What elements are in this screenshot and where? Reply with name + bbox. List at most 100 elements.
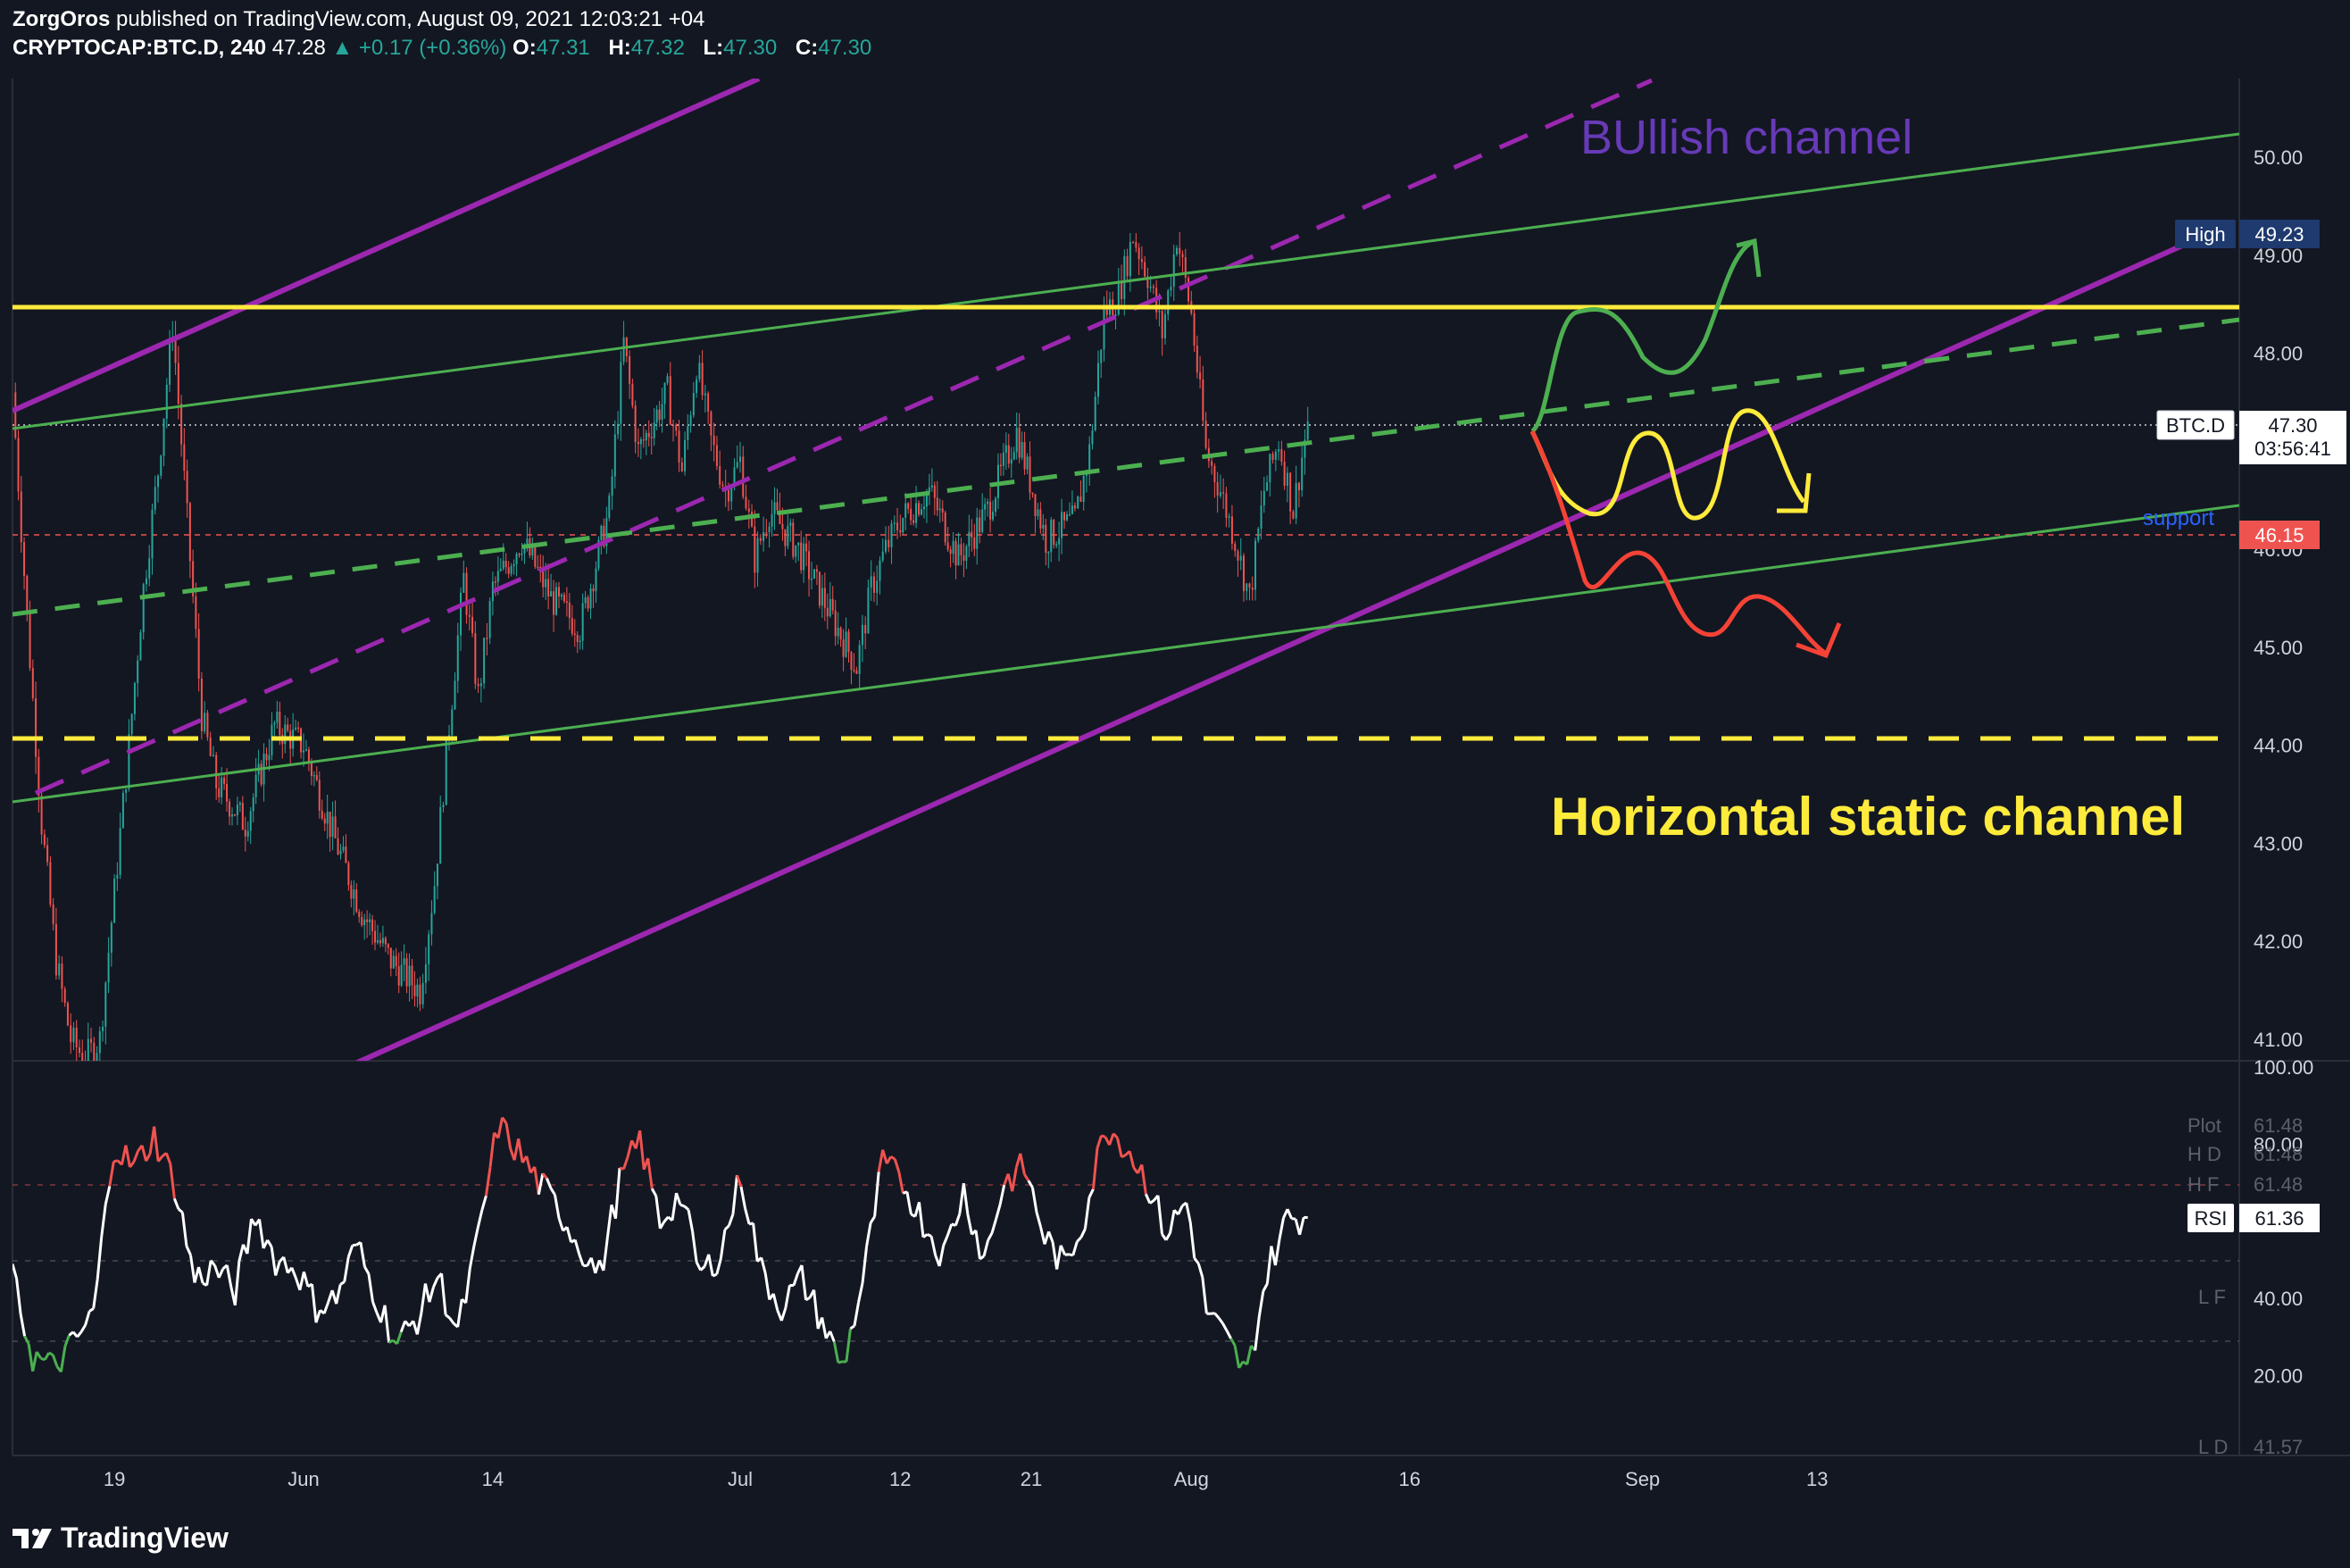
candle-body (1077, 496, 1079, 509)
candle-body (631, 383, 634, 406)
candle-body (403, 958, 405, 965)
candle-body (954, 540, 957, 566)
candle-body (297, 727, 300, 730)
price-axis[interactable]: 41.0042.0043.0044.0045.0046.0048.0049.00… (2254, 146, 2303, 1051)
candle-body (613, 434, 616, 477)
candle-body (204, 713, 206, 731)
candle-body (526, 538, 529, 545)
rsi-segment (1055, 1245, 1062, 1270)
candle-body (847, 631, 850, 653)
rsi-segment (363, 1265, 371, 1275)
candle-body (855, 670, 858, 674)
candle-body (518, 554, 521, 555)
rsi-segment (1039, 1226, 1046, 1245)
candle-body (350, 885, 353, 899)
candle-body (468, 614, 471, 617)
candle-body (347, 863, 350, 886)
candle-body (1135, 242, 1138, 248)
time-axis[interactable]: 19 Jun 14 Jul 12 21 Aug 16 Sep 13 (104, 1468, 1829, 1490)
rsi-segment (1019, 1153, 1026, 1175)
rsi-segment (605, 1204, 613, 1238)
candle-body (1170, 287, 1172, 291)
candle-body (1239, 555, 1242, 561)
candle-body (976, 517, 979, 549)
chart-canvas[interactable]: 41.0042.0043.0044.0045.0046.0048.0049.00… (0, 0, 2350, 1568)
rsi-segment (602, 1237, 609, 1272)
rsi-segment (897, 1172, 904, 1194)
candle-body (696, 379, 698, 394)
support-badge[interactable]: 46.15 (2239, 521, 2320, 549)
candle-body (1149, 286, 1152, 288)
candle-body (87, 1038, 89, 1061)
rsi-segment (124, 1145, 131, 1168)
sideways-scenario-path (1529, 408, 1805, 521)
rsi-segment (472, 1227, 479, 1247)
brand-name[interactable]: TradingView (61, 1522, 229, 1555)
candle-body (507, 567, 510, 574)
candle-body (946, 542, 949, 550)
rsi-segment (812, 1289, 820, 1330)
candle-body (893, 522, 896, 524)
rsi-badge[interactable]: RSI 61.36 (2188, 1204, 2320, 1232)
candle-body (1026, 456, 1029, 470)
rsi-segment (343, 1256, 350, 1282)
candle-body (1251, 588, 1254, 590)
hf-value: 61.48 (2254, 1173, 2303, 1196)
rsi-pane[interactable] (12, 1116, 2239, 1373)
rsi-segment (881, 1149, 888, 1164)
horizontal-channel-label[interactable]: Horizontal static channel (1551, 787, 2185, 847)
candle-body (1068, 513, 1071, 516)
candle-body (479, 683, 482, 687)
candle-body (617, 423, 620, 435)
support-label[interactable]: support (2143, 506, 2214, 530)
rsi-segment (1011, 1167, 1018, 1192)
candle-body (165, 384, 168, 419)
candle-body (692, 393, 695, 416)
rsi-segment (290, 1267, 297, 1279)
rsi-segment (63, 1334, 71, 1347)
candle-body (312, 774, 315, 777)
candle-body (672, 424, 675, 427)
candle-body (303, 750, 304, 753)
bullish-channel-label[interactable]: BUllish channel (1580, 111, 1912, 164)
rsi-segment (744, 1207, 751, 1225)
candle-body (684, 439, 687, 471)
lf-label: L F (2198, 1286, 2226, 1308)
candle-body (229, 801, 231, 817)
rsi-segment (484, 1167, 492, 1197)
rsi-segment (832, 1341, 840, 1364)
rsi-segment (1027, 1180, 1034, 1189)
candle-body (230, 814, 233, 817)
candle-body (238, 803, 241, 805)
rsi-segment (464, 1268, 471, 1304)
rsi-segment (752, 1222, 759, 1262)
rsi-segment (646, 1157, 654, 1189)
candle-body (14, 392, 17, 438)
candle-body (647, 432, 650, 438)
candle-body (550, 591, 553, 596)
high-badge[interactable]: High 49.23 (2175, 220, 2320, 248)
candle-body (337, 838, 339, 855)
rsi-segment (974, 1230, 981, 1260)
candle-body (658, 409, 661, 421)
candle-body (812, 569, 815, 579)
rsi-segment (23, 1335, 30, 1345)
candle-body (968, 531, 971, 546)
rsi-segment (428, 1286, 435, 1303)
candle-body (310, 763, 312, 776)
candle-body (339, 850, 342, 855)
candle-body (870, 576, 872, 588)
candle-body (568, 602, 571, 619)
candle-body (721, 484, 724, 487)
candle-body (1039, 509, 1042, 529)
candle-body (994, 497, 996, 513)
last-price-badge[interactable]: BTC.D 47.30 03:56:41 (2156, 410, 2346, 464)
rsi-segment (59, 1346, 67, 1372)
rsi-segment (731, 1175, 738, 1214)
tradingview-logo-icon[interactable] (12, 1525, 54, 1550)
rsi-segment (19, 1313, 27, 1337)
price-tick-label: 44.00 (2254, 735, 2303, 757)
price-pane[interactable] (12, 79, 2239, 1082)
candle-body (521, 553, 523, 555)
candle-body (973, 537, 976, 549)
